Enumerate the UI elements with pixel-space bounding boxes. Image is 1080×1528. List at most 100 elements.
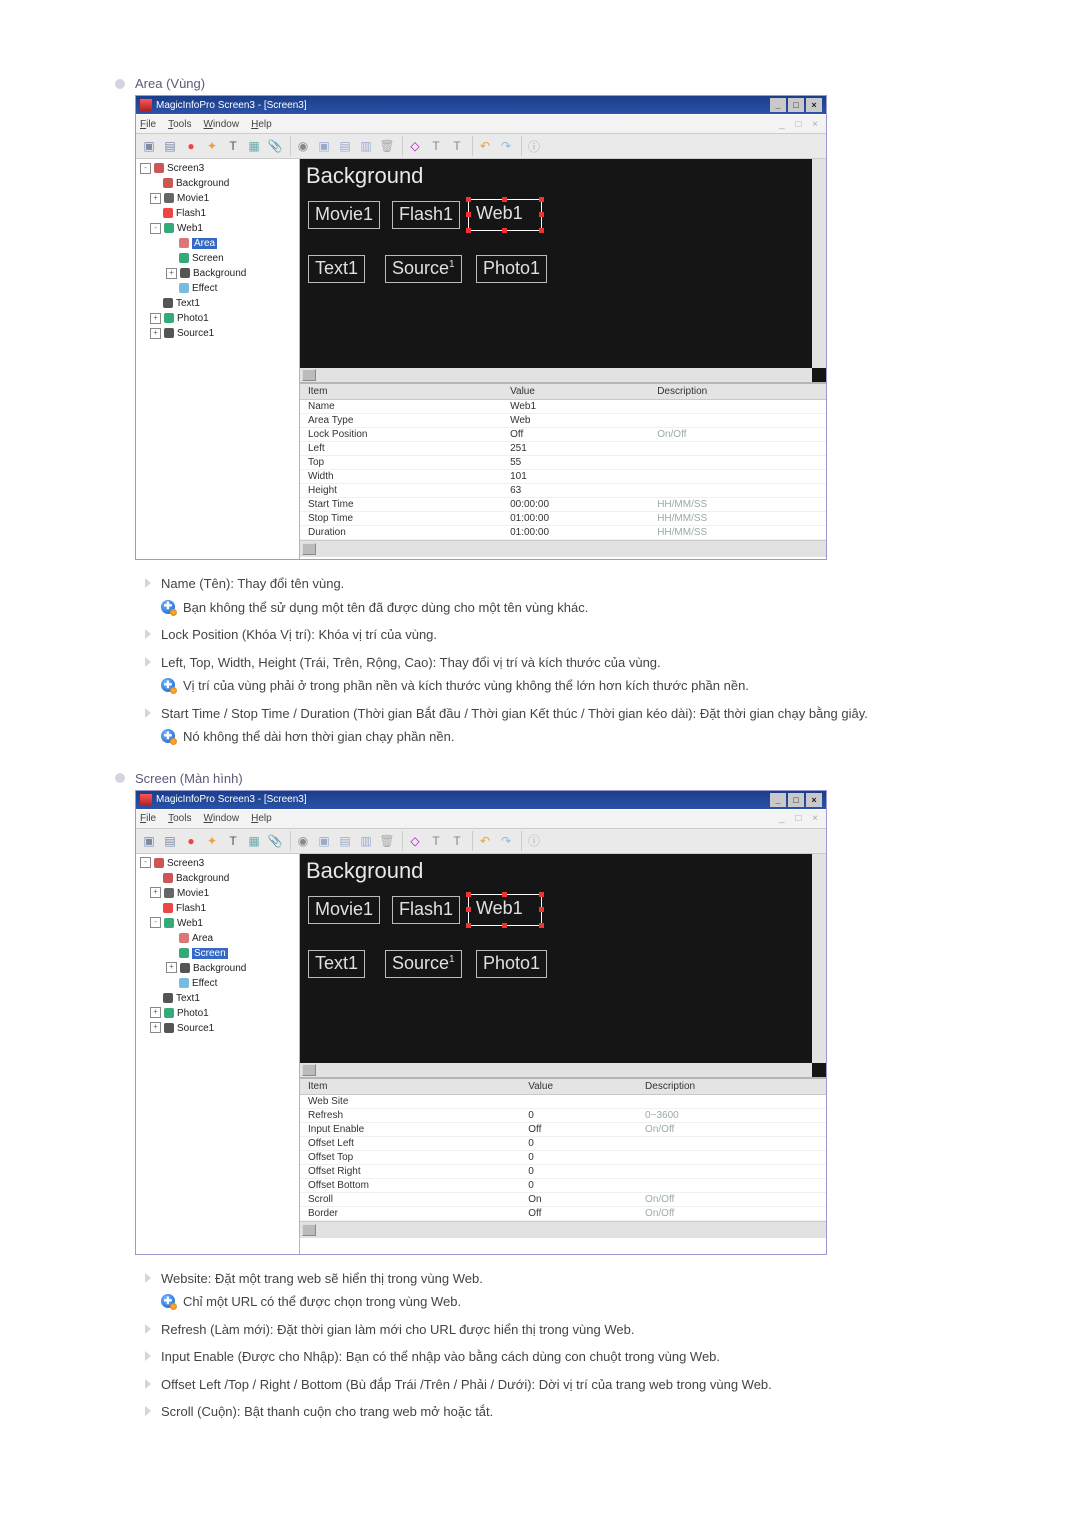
icon-source[interactable]: ◉ [294,137,312,155]
icon-layer[interactable]: ▣ [315,832,333,850]
icon-flash[interactable]: ✦ [203,137,221,155]
props-row[interactable]: Duration01:00:00HH/MM/SS [300,526,826,540]
window-system-buttons[interactable]: _ □ × [768,98,822,112]
icon-clip[interactable]: 📎 [266,832,284,850]
tree-node[interactable]: Background [140,871,295,886]
tree-node[interactable]: +Background [140,266,295,281]
canvas-area-photo1[interactable]: Photo1 [476,255,547,283]
canvas[interactable]: Background Movie1Flash1Web1Text1Source1P… [300,159,826,382]
canvas-area-movie1[interactable]: Movie1 [308,896,380,924]
props-row[interactable]: Web Site [300,1094,826,1108]
tree-node[interactable]: Screen [140,251,295,266]
menu-tools[interactable]: Tools [168,813,191,824]
menu-file[interactable]: File [140,119,156,130]
props-header[interactable]: Value [502,384,649,400]
properties-table[interactable]: ItemValueDescriptionNameWeb1Area TypeWeb… [300,384,826,540]
icon-undo[interactable]: ↶ [476,832,494,850]
props-row[interactable]: Offset Bottom0 [300,1178,826,1192]
props-header[interactable]: Value [520,1079,637,1095]
tree-node[interactable]: +Source1 [140,326,295,341]
props-row[interactable]: Area TypeWeb [300,414,826,428]
tree-node[interactable]: +Background [140,961,295,976]
properties-table[interactable]: ItemValueDescriptionWeb SiteRefresh00~36… [300,1079,826,1221]
tree-node[interactable]: Background [140,176,295,191]
props-row[interactable]: BorderOffOn/Off [300,1206,826,1220]
canvas-hscroll[interactable] [300,1063,812,1077]
tree-node[interactable]: Area [140,236,295,251]
tree-node[interactable]: Effect [140,976,295,991]
icon-layer[interactable]: ▥ [357,137,375,155]
minimize-button[interactable]: _ [770,793,786,807]
props-row[interactable]: Width101 [300,470,826,484]
icon-text[interactable]: T [224,137,242,155]
icon-diamond[interactable]: ◇ [406,832,424,850]
props-hscroll[interactable] [300,1221,826,1238]
canvas-vscroll[interactable] [812,854,826,1063]
icon-text[interactable]: T [224,832,242,850]
canvas-area-source1[interactable]: Source1 [385,255,462,283]
icon-text2[interactable]: T [427,137,445,155]
icon-image[interactable]: ▦ [245,832,263,850]
canvas[interactable]: Background Movie1Flash1Web1Text1Source1P… [300,854,826,1077]
menu-window[interactable]: Window [203,119,239,130]
icon-layer[interactable]: ▤ [336,137,354,155]
minimize-button[interactable]: _ [770,98,786,112]
icon-text3[interactable]: T [448,832,466,850]
canvas-area-source1[interactable]: Source1 [385,950,462,978]
props-row[interactable]: Stop Time01:00:00HH/MM/SS [300,512,826,526]
tree-node[interactable]: +Movie1 [140,886,295,901]
props-row[interactable]: Offset Right0 [300,1164,826,1178]
tree-node[interactable]: Text1 [140,991,295,1006]
menu-file[interactable]: File [140,813,156,824]
tree-node[interactable]: Flash1 [140,206,295,221]
icon-text3[interactable]: T [448,137,466,155]
props-row[interactable]: ScrollOnOn/Off [300,1192,826,1206]
icon-info[interactable]: ⓘ [525,137,543,155]
icon-diamond[interactable]: ◇ [406,137,424,155]
maximize-button[interactable]: □ [788,98,804,112]
props-row[interactable]: Top55 [300,456,826,470]
props-row[interactable]: Left251 [300,442,826,456]
icon-image[interactable]: ▦ [245,137,263,155]
props-header[interactable]: Description [637,1079,826,1095]
icon-delete[interactable]: 🗑 [378,832,396,850]
props-header[interactable]: Item [300,1079,520,1095]
tree-node[interactable]: +Source1 [140,1021,295,1036]
props-hscroll[interactable] [300,540,826,557]
icon-text2[interactable]: T [427,832,445,850]
tree-node[interactable]: Area [140,931,295,946]
icon-redo[interactable]: ↷ [497,832,515,850]
icon-delete[interactable]: 🗑 [378,137,396,155]
tree-node[interactable]: Text1 [140,296,295,311]
canvas-vscroll[interactable] [812,159,826,368]
tree-node[interactable]: -Web1 [140,916,295,931]
canvas-hscroll[interactable] [300,368,812,382]
icon-undo[interactable]: ↶ [476,137,494,155]
tree-node[interactable]: Flash1 [140,901,295,916]
tree-node[interactable]: +Photo1 [140,1006,295,1021]
props-row[interactable]: Offset Top0 [300,1150,826,1164]
canvas-area-text1[interactable]: Text1 [308,255,365,283]
window-system-buttons[interactable]: _ □ × [768,793,822,807]
icon-generic[interactable]: ▣ [140,137,158,155]
icon-layer[interactable]: ▥ [357,832,375,850]
tree-node[interactable]: -Web1 [140,221,295,236]
tree-panel[interactable]: -Screen3Background+Movie1Flash1-Web1Area… [136,854,300,1254]
tree-node[interactable]: Screen [140,946,295,961]
icon-generic[interactable]: ▤ [161,832,179,850]
icon-generic[interactable]: ▣ [140,832,158,850]
icon-layer[interactable]: ▣ [315,137,333,155]
icon-info[interactable]: ⓘ [525,832,543,850]
close-button[interactable]: × [806,793,822,807]
icon-source[interactable]: ◉ [294,832,312,850]
mdi-buttons[interactable]: _ □ × [779,813,822,824]
icon-sphere[interactable]: ● [182,832,200,850]
close-button[interactable]: × [806,98,822,112]
tree-panel[interactable]: -Screen3Background+Movie1Flash1-Web1Area… [136,159,300,559]
canvas-area-photo1[interactable]: Photo1 [476,950,547,978]
props-header[interactable]: Description [649,384,826,400]
props-row[interactable]: NameWeb1 [300,400,826,414]
icon-sphere[interactable]: ● [182,137,200,155]
menu-help[interactable]: Help [251,813,272,824]
canvas-area-flash1[interactable]: Flash1 [392,201,460,229]
